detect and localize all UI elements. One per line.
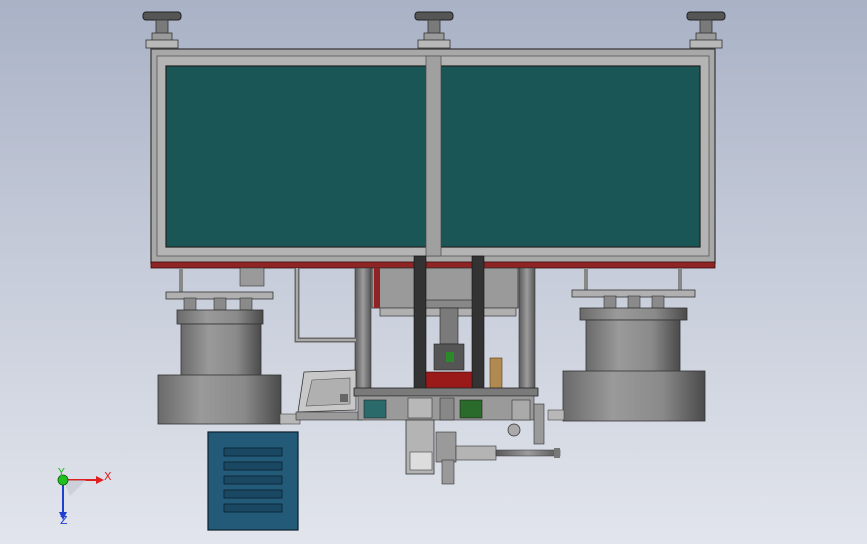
x-axis-arrowhead <box>96 476 104 484</box>
x-axis-label: X <box>104 470 112 483</box>
upper-frame <box>150 48 716 264</box>
guide-rod-left <box>354 267 372 395</box>
feeder-tray <box>295 369 363 421</box>
coordinate-triad[interactable]: X Y Z <box>57 466 112 527</box>
z-axis-label: Z <box>60 514 68 527</box>
leveling-foot-right <box>686 11 726 49</box>
right-cylinder-assembly <box>547 268 706 422</box>
left-arm <box>294 268 356 343</box>
base-plate-red <box>150 261 716 269</box>
cad-viewport[interactable]: X Y Z <box>0 0 867 544</box>
machine-assembly-drawing: X Y Z <box>57 11 726 531</box>
glass-panel-left <box>165 65 427 248</box>
y-axis-label: Y <box>57 466 65 479</box>
guide-rod-right <box>518 267 536 395</box>
leveling-foot-center <box>414 11 454 49</box>
electrical-cabinet <box>207 431 299 531</box>
glass-panel-right <box>440 65 701 248</box>
leveling-foot-left <box>142 11 182 49</box>
left-cylinder-assembly <box>157 267 301 425</box>
